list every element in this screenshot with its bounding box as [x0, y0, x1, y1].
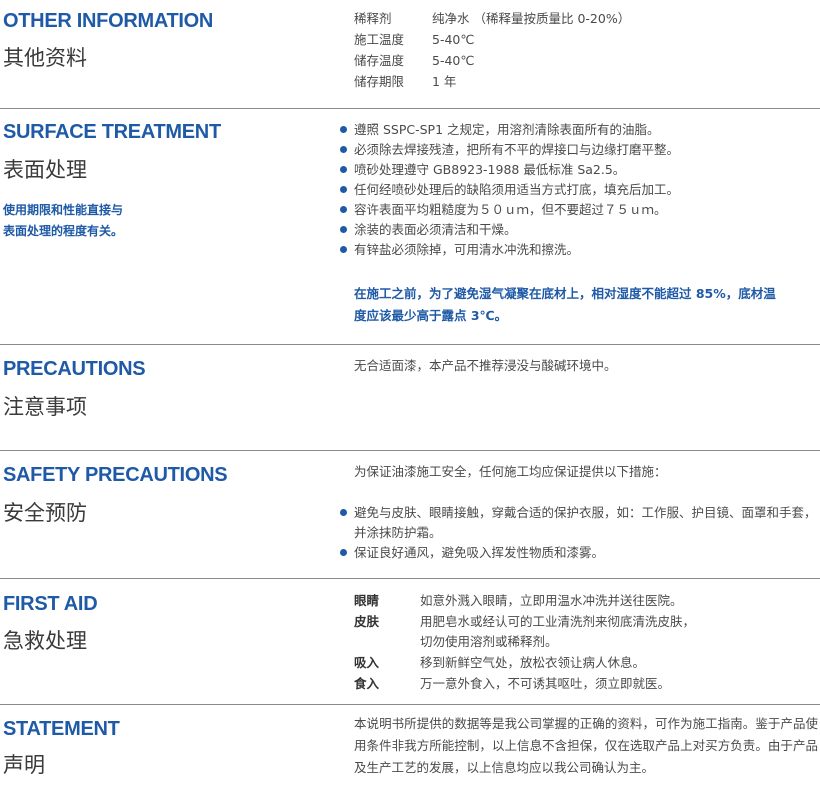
list-item: 遵照 SSPC-SP1 之规定，用溶剂清除表面所有的油脂。	[340, 120, 818, 140]
list-item: 容许表面平均粗糙度为５０ｕｍ，但不要超过７５ｕｍ。	[340, 200, 818, 220]
surface-title-en: SURFACE TREATMENT	[3, 121, 221, 143]
surface-note: 使用期限和性能直接与 表面处理的程度有关。	[3, 200, 123, 242]
statement-text: 本说明书所提供的数据等是我公司掌握的正确的资料，可作为施工指南。鉴于产品使用条件…	[354, 716, 818, 775]
info-row: 储存温度 5-40℃	[354, 51, 474, 71]
info-label: 稀释剂	[354, 11, 392, 26]
info-value: 纯净水 （稀释量按质量比 0-20%）	[432, 11, 631, 26]
list-item: 涂装的表面必须清洁和干燥。	[340, 220, 818, 240]
humidity-warning: 在施工之前，为了避免湿气凝聚在底材上，相对湿度不能超过 85%，底材温 度应该最…	[354, 283, 816, 327]
surface-list: 遵照 SSPC-SP1 之规定，用溶剂清除表面所有的油脂。 必须除去焊接残渣，把…	[340, 120, 818, 260]
firstaid-text: 移到新鲜空气处，放松衣领让病人休息。	[420, 655, 646, 670]
firstaid-title-cn: 急救处理	[3, 629, 87, 653]
statement-title-cn: 声明	[3, 753, 45, 777]
bullet-icon	[340, 246, 347, 253]
firstaid-label: 眼睛	[354, 593, 380, 608]
bullet-icon	[340, 126, 347, 133]
info-label: 施工温度	[354, 32, 405, 47]
list-item-text: 必须除去焊接残渣，把所有不平的焊接口与边缘打磨平整。	[354, 142, 680, 157]
list-item: 任何经喷砂处理后的缺陷须用适当方式打底，填充后加工。	[340, 180, 818, 200]
surface-note-line: 使用期限和性能直接与	[3, 203, 124, 217]
firstaid-title-en: FIRST AID	[3, 593, 98, 615]
list-item-text: 容许表面平均粗糙度为５０ｕｍ，但不要超过７５ｕｍ。	[354, 202, 667, 217]
list-item-text: 并涂抹防护霜。	[354, 525, 442, 540]
info-value: 1 年	[432, 74, 457, 89]
firstaid-label: 食入	[354, 676, 380, 691]
info-row: 储存期限 1 年	[354, 72, 456, 92]
section-divider	[0, 578, 820, 579]
list-item-text: 涂装的表面必须清洁和干燥。	[354, 222, 517, 237]
firstaid-label: 吸入	[354, 655, 380, 670]
section-divider	[0, 704, 820, 705]
info-row: 稀释剂 纯净水 （稀释量按质量比 0-20%）	[354, 9, 630, 29]
list-item-text: 遵照 SSPC-SP1 之规定，用溶剂清除表面所有的油脂。	[354, 122, 660, 137]
bullet-icon	[340, 509, 347, 516]
section-divider	[0, 108, 820, 109]
firstaid-label: 皮肤	[354, 614, 380, 629]
list-item: 喷砂处理遵守 GB8923-1988 最低标准 Sa2.5。	[340, 160, 818, 180]
safety-list: 避免与皮肤、眼睛接触，穿戴合适的保护衣服，如：工作服、护目镜、面罩和手套， 并涂抹…	[340, 503, 818, 563]
list-item-text: 有锌盐必须除掉，可用清水冲洗和擦洗。	[354, 242, 580, 257]
precautions-title-en: PRECAUTIONS	[3, 358, 146, 380]
safety-title-en: SAFETY PRECAUTIONS	[3, 464, 228, 486]
bullet-icon	[340, 166, 347, 173]
list-item: 保证良好通风，避免吸入挥发性物质和漆雾。	[340, 543, 818, 563]
section-divider	[0, 344, 820, 345]
firstaid-text: 用肥皂水或经认可的工业清洗剂来彻底清洗皮肤，	[420, 614, 696, 629]
list-item-text: 喷砂处理遵守 GB8923-1988 最低标准 Sa2.5。	[354, 162, 626, 177]
bullet-icon	[340, 186, 347, 193]
statement-title-en: STATEMENT	[3, 718, 120, 740]
other-title-en: OTHER INFORMATION	[3, 10, 214, 32]
list-item-text: 保证良好通风，避免吸入挥发性物质和漆雾。	[354, 545, 605, 560]
info-value: 5-40℃	[432, 32, 475, 47]
warning-line: 在施工之前，为了避免湿气凝聚在底材上，相对湿度不能超过 85%，底材温	[354, 286, 776, 301]
surface-note-line: 表面处理的程度有关。	[3, 224, 124, 238]
list-item-text: 避免与皮肤、眼睛接触，穿戴合适的保护衣服，如：工作服、护目镜、面罩和手套，	[354, 505, 817, 520]
info-label: 储存期限	[354, 74, 405, 89]
list-item-text: 任何经喷砂处理后的缺陷须用适当方式打底，填充后加工。	[354, 182, 680, 197]
firstaid-text: 切勿使用溶剂或稀释剂。	[420, 634, 558, 649]
warning-line: 度应该最少高于露点 3℃。	[354, 308, 508, 323]
firstaid-text: 如意外溅入眼睛，立即用温水冲洗并送往医院。	[420, 593, 683, 608]
bullet-icon	[340, 549, 347, 556]
list-item: 有锌盐必须除掉，可用清水冲洗和擦洗。	[340, 240, 818, 260]
safety-intro: 为保证油漆施工安全，任何施工均应保证提供以下措施：	[354, 464, 667, 479]
precautions-text: 无合适面漆，本产品不推荐浸没与酸碱环境中。	[354, 358, 617, 373]
info-value: 5-40℃	[432, 53, 475, 68]
bullet-icon	[340, 206, 347, 213]
safety-title-cn: 安全预防	[3, 501, 87, 525]
bullet-icon	[340, 146, 347, 153]
section-divider	[0, 450, 820, 451]
list-item: 避免与皮肤、眼睛接触，穿戴合适的保护衣服，如：工作服、护目镜、面罩和手套， 并涂抹…	[340, 503, 818, 543]
list-item: 必须除去焊接残渣，把所有不平的焊接口与边缘打磨平整。	[340, 140, 818, 160]
firstaid-text: 万一意外食入，不可诱其呕吐，须立即就医。	[420, 676, 671, 691]
precautions-title-cn: 注意事项	[3, 395, 87, 419]
surface-title-cn: 表面处理	[3, 158, 87, 182]
bullet-icon	[340, 226, 347, 233]
info-label: 储存温度	[354, 53, 405, 68]
info-row: 施工温度 5-40℃	[354, 30, 474, 50]
other-title-cn: 其他资料	[3, 46, 87, 70]
